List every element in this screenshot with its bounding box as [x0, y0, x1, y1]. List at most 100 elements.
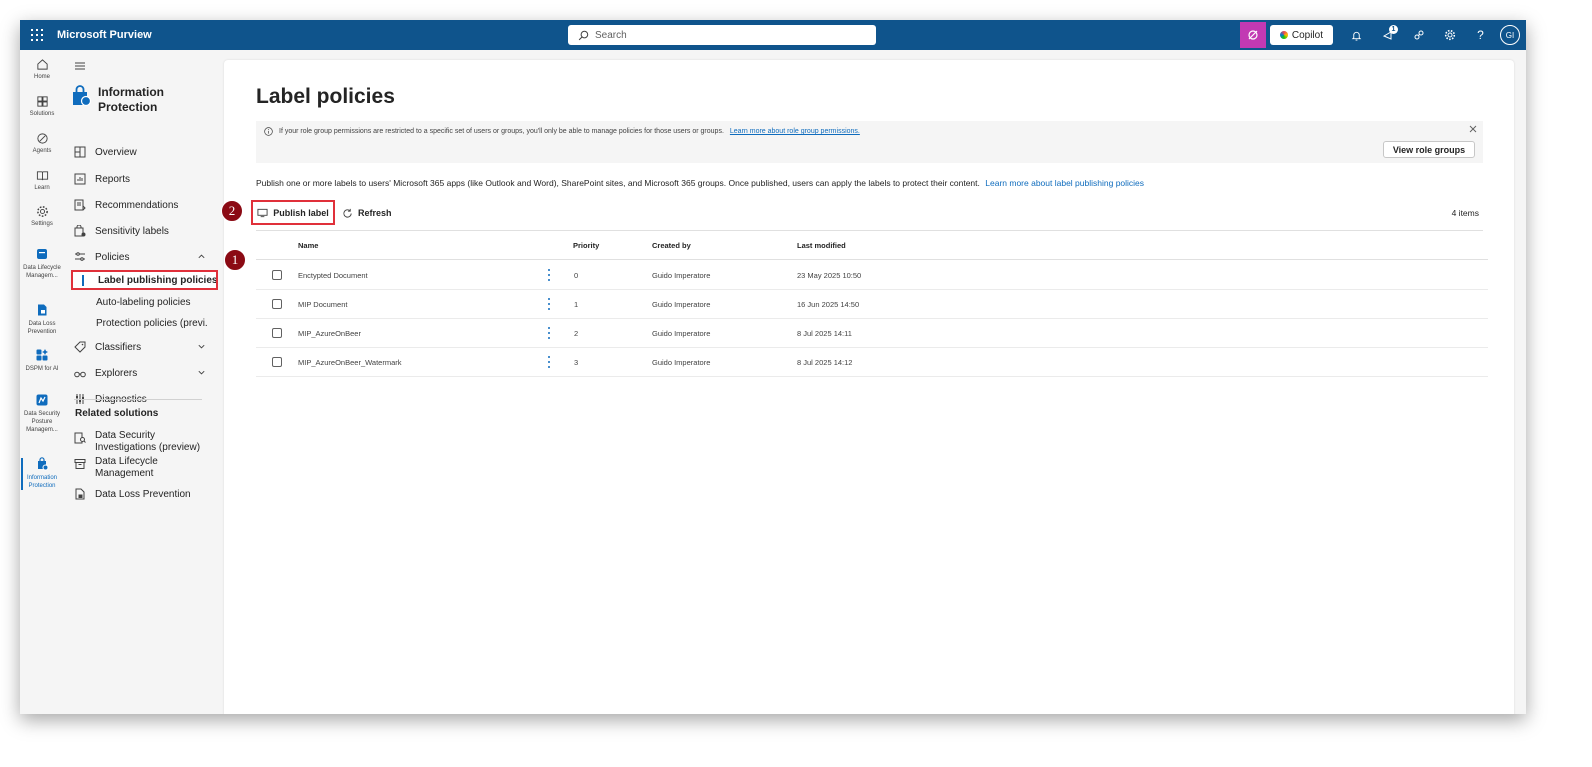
policy-name[interactable]: MIP Document [298, 300, 347, 309]
rail-item-dspm[interactable]: Data Security Posture Managem... [20, 392, 64, 434]
rail-item-dspm-ai[interactable]: DSPM for AI [20, 347, 64, 373]
info-message: If your role group permissions are restr… [264, 127, 860, 136]
table-row[interactable]: MIP_AzureOnBeer 2 Guido Imperatore 8 Jul… [256, 319, 1488, 348]
copilot-label: Copilot [1291, 29, 1323, 41]
nav-item-label: Policies [95, 251, 130, 263]
policy-name[interactable]: Enctypted Document [298, 271, 368, 280]
hamburger-icon [75, 62, 85, 70]
settings-button[interactable] [1434, 20, 1465, 50]
nav-item-label: Protection policies (previ... [96, 317, 208, 329]
bell-icon [1351, 31, 1362, 41]
row-checkbox[interactable] [272, 299, 282, 309]
overview-icon [74, 146, 86, 158]
rail-label: Information Protection [26, 475, 57, 489]
more-options-icon[interactable] [547, 356, 550, 368]
more-options-icon[interactable] [547, 298, 550, 310]
column-header-created-by[interactable]: Created by [652, 241, 691, 250]
view-role-groups-button[interactable]: View role groups [1383, 141, 1475, 158]
column-header-last-modified[interactable]: Last modified [797, 241, 846, 250]
table-header: Name Priority Created by Last modified [256, 231, 1488, 260]
nav-item-label-publishing-policies[interactable]: Label publishing policies [71, 270, 218, 290]
rail-item-settings[interactable]: Settings [20, 203, 64, 227]
publish-icon [257, 208, 268, 217]
app-launcher-button[interactable] [22, 20, 52, 50]
rail-item-agents[interactable]: Agents [20, 130, 64, 154]
nav-item-reports[interactable]: Reports [74, 168, 220, 190]
app-title[interactable]: Microsoft Purview [57, 29, 152, 41]
more-options-icon[interactable] [547, 327, 550, 339]
top-bar: Microsoft Purview Search Copilot 1 ? GI [20, 20, 1526, 50]
alerts-button[interactable]: 1 [1372, 20, 1403, 50]
binoculars-icon [74, 371, 86, 378]
chevron-up-icon [198, 254, 205, 259]
policy-priority: 2 [574, 329, 579, 338]
alerts-badge: 1 [1389, 25, 1398, 34]
dismiss-info-button[interactable] [1469, 125, 1477, 136]
rail-item-data-lifecycle[interactable]: Data Lifecycle Managem... [20, 246, 64, 280]
rail-item-home[interactable]: Home [20, 56, 64, 80]
solution-title: Information Protection [98, 85, 164, 114]
more-options-icon[interactable] [547, 269, 550, 281]
close-icon [1469, 125, 1477, 133]
column-header-priority[interactable]: Priority [573, 241, 599, 250]
role-group-permissions-link[interactable]: Learn more about role group permissions. [730, 128, 860, 135]
nav-item-sensitivity-labels[interactable]: Sensitivity labels [74, 220, 220, 242]
avatar[interactable]: GI [1500, 25, 1520, 45]
nav-item-policies[interactable]: Policies [74, 246, 220, 268]
top-right-controls: Copilot 1 ? GI [1239, 20, 1520, 50]
rail-label: Learn [34, 185, 50, 191]
table-row[interactable]: MIP_AzureOnBeer_Watermark 3 Guido Impera… [256, 348, 1488, 377]
rail-label: DSPM for AI [25, 366, 59, 372]
copilot-button[interactable]: Copilot [1269, 25, 1333, 45]
nav-item-protection-policies[interactable]: Protection policies (previ... [96, 313, 208, 333]
policy-name[interactable]: MIP_AzureOnBeer [298, 329, 361, 338]
information-protection-icon [38, 457, 49, 471]
nav-item-label: Reports [95, 173, 131, 185]
nav-item-label: Explorers [95, 367, 138, 379]
nav-item-data-lifecycle-management[interactable]: Data Lifecycle Management [74, 456, 220, 484]
nav-item-label: Label publishing policies [98, 274, 218, 286]
nav-item-data-security-investigations[interactable]: Data Security Investigations (preview) [74, 430, 220, 458]
rail-item-learn[interactable]: Learn [20, 167, 64, 191]
info-icon [264, 127, 273, 136]
nav-item-overview[interactable]: Overview [74, 141, 220, 163]
policy-last-modified: 16 Jun 2025 14:50 [797, 300, 860, 309]
notifications-button[interactable] [1341, 20, 1372, 50]
recommendations-icon [74, 199, 86, 211]
search-input[interactable]: Search [568, 25, 876, 45]
copilot-icon [1279, 31, 1288, 39]
collapse-nav-button[interactable] [74, 58, 86, 76]
table-row[interactable]: Enctypted Document 0 Guido Imperatore 23… [256, 261, 1488, 290]
nav-item-auto-labeling-policies[interactable]: Auto-labeling policies [96, 292, 208, 312]
help-button[interactable]: ? [1465, 20, 1496, 50]
row-checkbox[interactable] [272, 328, 282, 338]
home-icon [36, 58, 48, 70]
table-row[interactable]: MIP Document 1 Guido Imperatore 16 Jun 2… [256, 290, 1488, 319]
nav-item-classifiers[interactable]: Classifiers [74, 336, 220, 358]
nav-item-explorers[interactable]: Explorers [74, 362, 220, 384]
row-checkbox[interactable] [272, 357, 282, 367]
policy-name[interactable]: MIP_AzureOnBeer_Watermark [298, 358, 402, 367]
copilot-agent-icon [1248, 30, 1258, 40]
rail-item-information-protection[interactable]: Information Protection [20, 456, 64, 490]
refresh-button[interactable]: Refresh [342, 204, 392, 222]
link-icon [1414, 30, 1423, 40]
step-marker-1: 1 [224, 249, 246, 271]
row-checkbox[interactable] [272, 270, 282, 280]
connections-button[interactable] [1403, 20, 1434, 50]
security-copilot-button[interactable] [1239, 22, 1266, 48]
policy-created-by: Guido Imperatore [652, 329, 711, 338]
tag-icon [74, 341, 86, 353]
learn-more-publishing-link[interactable]: Learn more about label publishing polici… [985, 178, 1144, 188]
nav-item-data-loss-prevention[interactable]: Data Loss Prevention [74, 483, 220, 505]
agents-icon [36, 132, 48, 144]
rail-item-dlp[interactable]: Data Loss Prevention [20, 302, 64, 336]
dspm-ai-icon [36, 349, 48, 361]
search-placeholder: Search [595, 29, 627, 41]
nav-item-recommendations[interactable]: Recommendations [74, 194, 220, 216]
rail-label: Solutions [29, 111, 55, 117]
rail-item-solutions[interactable]: Solutions [20, 93, 64, 117]
publish-label-button[interactable]: Publish label [251, 200, 335, 225]
nav-item-label: Overview [95, 146, 137, 158]
column-header-name[interactable]: Name [298, 241, 318, 250]
